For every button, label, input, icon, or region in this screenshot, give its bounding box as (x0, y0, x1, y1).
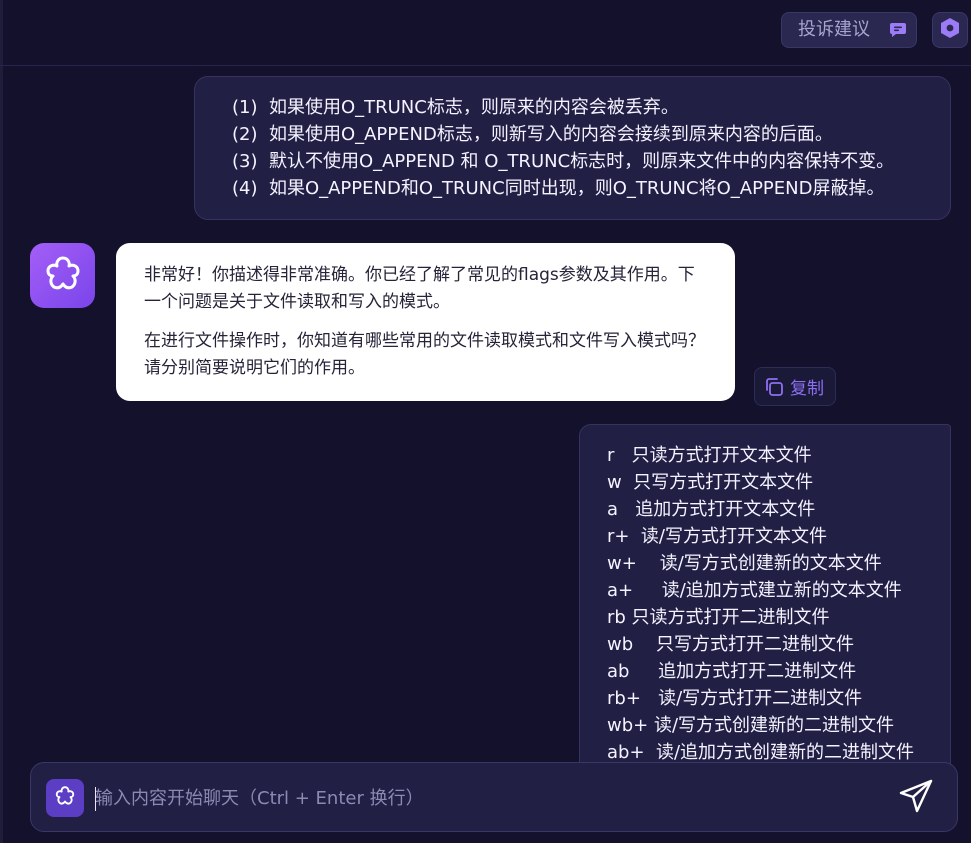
plugin-button[interactable] (46, 779, 84, 817)
message-line: (2) 如果使用O_APPEND标志，则新写入的内容会接续到原来内容的后面。 (232, 124, 833, 145)
chat-input[interactable] (95, 781, 835, 815)
send-icon (898, 778, 934, 818)
message-line: wb 只写方式打开二进制文件 (607, 634, 855, 655)
left-edge-divider (0, 0, 3, 843)
copy-button-label: 复制 (790, 379, 824, 399)
flower-logo-icon (43, 254, 83, 298)
feedback-button[interactable]: 投诉建议 (781, 12, 917, 48)
message-line: w 只写方式打开文本文件 (607, 472, 814, 493)
message-line: r+ 读/写方式打开文本文件 (607, 526, 827, 547)
top-bar: 投诉建议 (0, 0, 971, 66)
message-line: a+ 读/追加方式建立新的文本文件 (607, 580, 902, 601)
feedback-button-label: 投诉建议 (798, 19, 870, 40)
flower-logo-icon (54, 785, 76, 811)
message-line: wb+ 读/写方式创建新的二进制文件 (607, 715, 895, 736)
user-message-bubble: r 只读方式打开文本文件 w 只写方式打开文本文件 a 追加方式打开文本文件 r… (579, 424, 951, 769)
send-button[interactable] (897, 779, 935, 817)
chat-message-icon (889, 22, 907, 38)
message-line: ab 追加方式打开二进制文件 (607, 661, 857, 682)
text-caret (95, 787, 96, 811)
chat-input-bar (30, 762, 958, 832)
message-line: r 只读方式打开文本文件 (607, 445, 812, 466)
message-line: (4) 如果O_APPEND和O_TRUNC同时出现，则O_TRUNC将O_AP… (232, 178, 885, 199)
assistant-avatar (30, 243, 95, 308)
message-line: a 追加方式打开文本文件 (607, 499, 816, 520)
message-line: (3) 默认不使用O_APPEND 和 O_TRUNC标志时，则原来文件中的内容… (232, 151, 895, 172)
chat-page: 投诉建议 (1) 如果使用O_TRUNC标志，则原来的内容会被丢弃。 (2) 如… (0, 0, 971, 843)
message-line: w+ 读/写方式创建新的文本文件 (607, 553, 882, 574)
message-line: rb 只读方式打开二进制文件 (607, 607, 830, 628)
message-line: (1) 如果使用O_TRUNC标志，则原来的内容会被丢弃。 (232, 97, 679, 118)
assistant-paragraph: 非常好！你描述得非常准确。你已经了解了常见的flags参数及其作用。下一个问题是… (144, 265, 695, 312)
message-line: rb+ 读/写方式打开二进制文件 (607, 688, 863, 709)
user-message-bubble: (1) 如果使用O_TRUNC标志，则原来的内容会被丢弃。 (2) 如果使用O_… (194, 76, 951, 220)
assistant-paragraph: 在进行文件操作时，你知道有哪些常用的文件读取模式和文件写入模式吗？请分别简要说明… (144, 331, 705, 378)
hexagon-settings-icon (940, 17, 960, 43)
copy-icon (764, 377, 784, 397)
settings-button[interactable] (932, 12, 968, 48)
assistant-message-bubble: 非常好！你描述得非常准确。你已经了解了常见的flags参数及其作用。下一个问题是… (116, 243, 735, 401)
copy-button[interactable]: 复制 (754, 367, 836, 406)
